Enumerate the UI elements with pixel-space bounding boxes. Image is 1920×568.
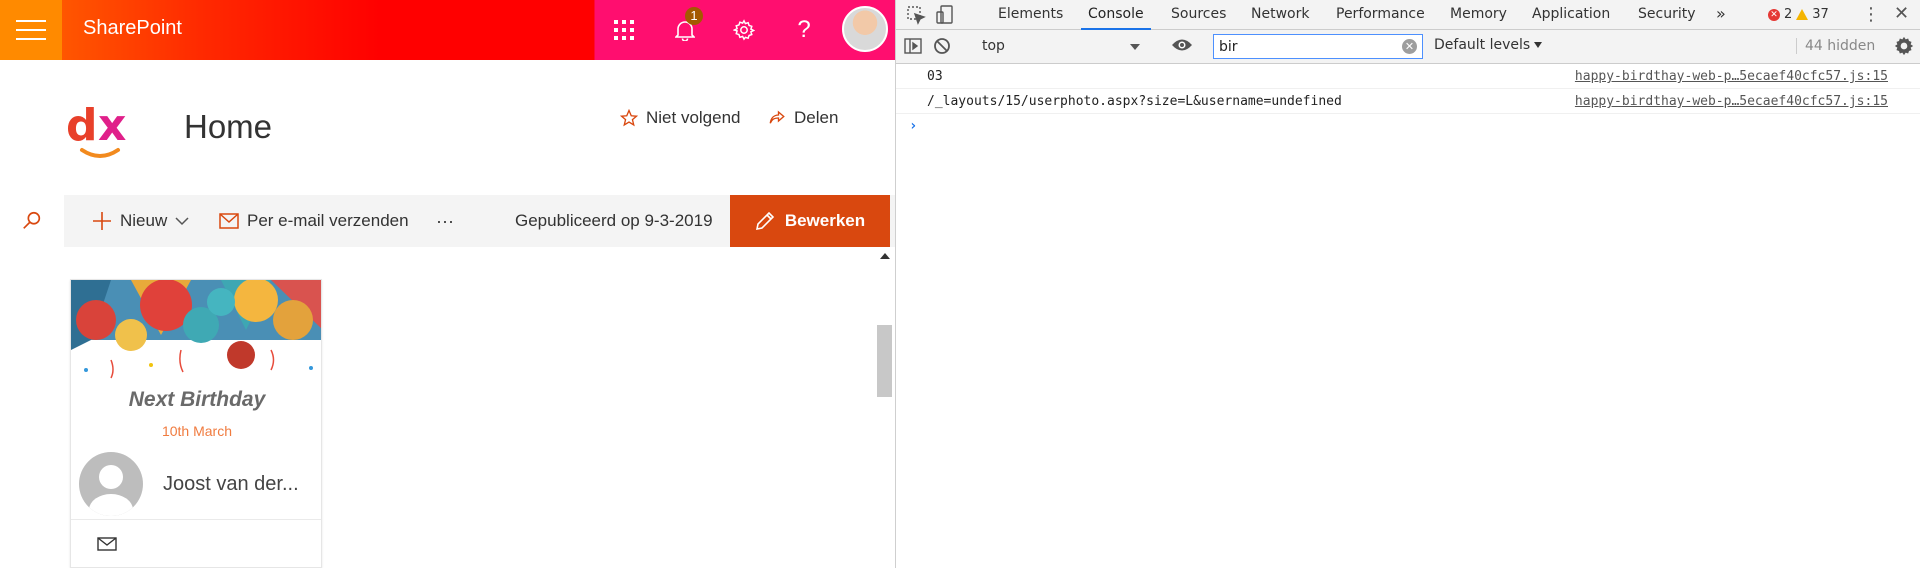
tab-console[interactable]: Console xyxy=(1081,0,1151,30)
close-icon[interactable]: ✕ xyxy=(1894,3,1909,24)
suite-bar: SharePoint 1 ? xyxy=(0,0,895,60)
svg-text:x: x xyxy=(98,100,126,151)
log-row: 03 happy-birdthay-web-p…5ecaef40cfc57.js… xyxy=(896,64,1920,89)
gear-icon xyxy=(733,19,755,41)
tab-elements[interactable]: Elements xyxy=(998,0,1063,30)
edit-button[interactable]: Bewerken xyxy=(730,195,890,247)
warning-icon xyxy=(1796,9,1809,20)
clear-console-icon[interactable] xyxy=(933,37,953,57)
user-avatar[interactable] xyxy=(842,6,888,52)
tab-performance[interactable]: Performance xyxy=(1336,0,1425,30)
search-button[interactable] xyxy=(0,195,64,247)
edit-label: Bewerken xyxy=(784,211,866,230)
console-filter-input[interactable] xyxy=(1213,34,1423,59)
settings-button[interactable] xyxy=(714,0,774,60)
log-source-link[interactable]: happy-birdthay-web-p…5ecaef40cfc57.js:15 xyxy=(1575,69,1888,84)
site-logo: d x xyxy=(66,100,126,158)
log-source-link[interactable]: happy-birdthay-web-p…5ecaef40cfc57.js:15 xyxy=(1575,94,1888,109)
log-message: /_layouts/15/userphoto.aspx?size=L&usern… xyxy=(927,94,1342,109)
plus-icon xyxy=(93,212,111,230)
share-button[interactable]: Delen xyxy=(768,108,838,128)
devtools-panel: Elements Console Sources Network Performance… xyxy=(895,0,1920,568)
follow-label: Niet volgend xyxy=(646,108,741,127)
question-icon: ? xyxy=(797,16,811,43)
command-bar-main: Nieuw Per e-mail verzenden ··· Gepublice… xyxy=(64,195,895,247)
kebab-menu-icon[interactable]: ⋮ xyxy=(1862,4,1880,25)
card-mail-icon[interactable] xyxy=(97,537,117,556)
tab-security[interactable]: Security xyxy=(1638,0,1696,30)
email-button[interactable]: Per e-mail verzenden xyxy=(219,195,409,247)
svg-text:d: d xyxy=(66,100,98,151)
levels-label: Default levels xyxy=(1434,37,1531,53)
sidebar-toggle-icon[interactable] xyxy=(904,37,924,57)
tab-memory[interactable]: Memory xyxy=(1450,0,1507,30)
issue-counter[interactable]: ✕ 2 37 xyxy=(1768,7,1829,22)
star-icon xyxy=(620,109,638,127)
log-row: /_layouts/15/userphoto.aspx?size=L&usern… xyxy=(896,89,1920,114)
tab-network[interactable]: Network xyxy=(1251,0,1309,30)
console-output: 03 happy-birdthay-web-p…5ecaef40cfc57.js… xyxy=(896,64,1920,568)
sharepoint-page: SharePoint 1 ? d x Home Niet volgend Del… xyxy=(0,0,895,568)
more-actions-button[interactable]: ··· xyxy=(436,195,454,247)
mail-icon xyxy=(219,213,239,229)
scroll-thumb[interactable] xyxy=(877,325,892,397)
console-toolbar: top ✕ Default levels 44 hidden xyxy=(896,30,1920,64)
new-button[interactable]: Nieuw xyxy=(92,195,189,247)
device-toolbar-icon[interactable] xyxy=(935,5,955,25)
email-label: Per e-mail verzenden xyxy=(247,211,409,230)
chevron-down-icon xyxy=(1130,44,1140,50)
follow-button[interactable]: Niet volgend xyxy=(620,108,741,128)
person-name[interactable]: Joost van der... xyxy=(163,473,318,496)
pencil-icon xyxy=(755,211,774,231)
notifications-button[interactable]: 1 xyxy=(655,0,715,60)
live-expression-eye-icon[interactable] xyxy=(1171,37,1193,57)
log-message: 03 xyxy=(927,69,943,84)
console-prompt[interactable]: › xyxy=(909,118,917,134)
context-value: top xyxy=(982,38,1005,54)
tabs-overflow-button[interactable]: » xyxy=(1716,0,1726,30)
tab-sources[interactable]: Sources xyxy=(1171,0,1226,30)
share-label: Delen xyxy=(794,108,839,127)
page-scrollbar[interactable] xyxy=(874,247,895,568)
brand-label[interactable]: SharePoint xyxy=(83,17,182,40)
published-status: Gepubliceerd op 9-3-2019 xyxy=(515,211,713,230)
command-bar: Nieuw Per e-mail verzenden ··· Gepublice… xyxy=(0,195,895,247)
context-select[interactable]: top xyxy=(976,35,1146,58)
chevron-down-icon xyxy=(175,217,189,226)
chevron-down-icon xyxy=(1534,42,1543,48)
hidden-count: 44 hidden xyxy=(1796,38,1875,54)
inspect-element-icon[interactable] xyxy=(906,5,926,25)
card-title: Next Birthday xyxy=(128,388,266,411)
error-icon: ✕ xyxy=(1768,8,1780,21)
help-button[interactable]: ? xyxy=(774,0,834,60)
notification-badge: 1 xyxy=(685,7,703,25)
clear-filter-icon[interactable]: ✕ xyxy=(1402,39,1417,54)
person-avatar-icon xyxy=(79,452,143,516)
balloons-image xyxy=(71,280,321,380)
site-header: d x Home Niet volgend Delen xyxy=(0,60,895,195)
share-icon xyxy=(769,110,785,124)
card-divider xyxy=(71,519,321,520)
search-icon xyxy=(23,211,41,229)
new-label: Nieuw xyxy=(120,211,168,230)
scroll-up-arrow-icon[interactable] xyxy=(880,253,890,259)
birthday-card: Next Birthday 10th March Joost van der..… xyxy=(70,279,322,568)
log-levels-dropdown[interactable]: Default levels xyxy=(1434,37,1543,53)
tab-application[interactable]: Application xyxy=(1532,0,1610,30)
card-date: 10th March xyxy=(161,423,233,439)
console-settings-gear-icon[interactable] xyxy=(1894,36,1914,60)
error-count: 2 xyxy=(1784,7,1793,22)
devtools-tabbar: Elements Console Sources Network Performance… xyxy=(896,0,1920,30)
site-title: Home xyxy=(184,108,273,145)
apps-grid-icon[interactable] xyxy=(594,0,654,60)
warning-count: 37 xyxy=(1812,7,1829,22)
app-launcher-button[interactable] xyxy=(0,0,62,60)
